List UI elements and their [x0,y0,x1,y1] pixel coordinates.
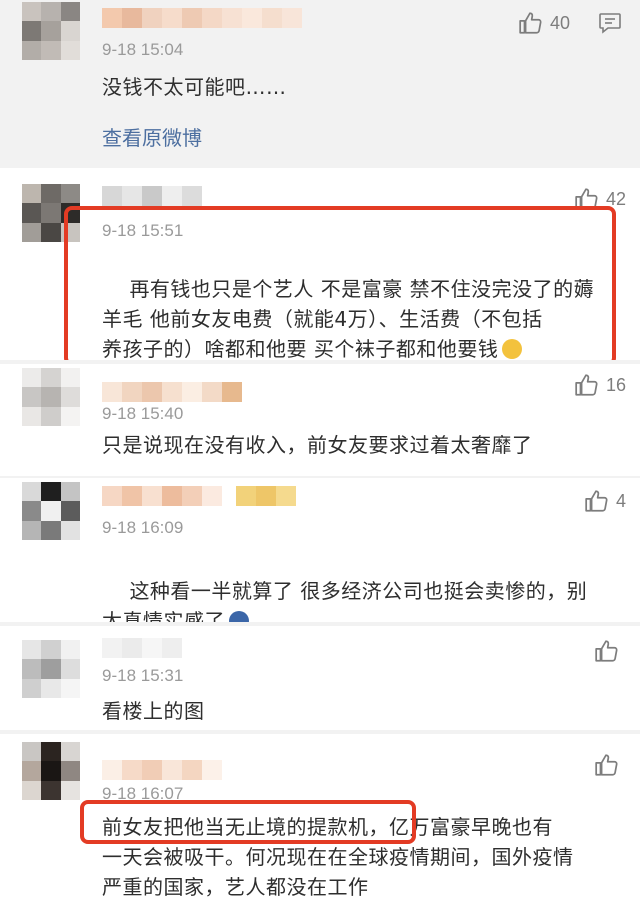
comment-5: 9-18 15:31 看楼上的图 [0,626,640,730]
comment-time: 9-18 15:31 [102,666,184,685]
comment-time: 9-18 15:04 [102,40,184,59]
like-count: 40 [549,12,570,33]
like-count: 16 [605,374,626,395]
comment-4: 9-18 16:09 这种看一半就算了 很多经济公司也挺会卖惨的，别 太真情实感… [0,478,640,633]
avatar[interactable] [22,640,80,698]
reply-icon[interactable] [598,12,622,34]
thumbs-up-icon [519,12,542,34]
username-blurred[interactable] [102,8,302,28]
comment-1: 9-18 15:04 没钱不太可能吧…… 查看原微博 40 [0,0,640,168]
like-count: 4 [615,490,626,511]
username-blurred[interactable] [102,760,222,780]
username-blurred[interactable] [102,186,202,206]
comment-time: 9-18 16:09 [102,518,184,537]
comment-text: 没钱不太可能吧…… [102,75,287,99]
like-button[interactable]: 4 [584,488,626,514]
highlight-box [80,800,416,844]
like-button[interactable] [594,638,626,664]
comment-3: 9-18 15:40 只是说现在没有收入，前女友要求过着太奢靡了 16 [0,364,640,476]
thumbs-up-icon [575,374,598,396]
thumbs-up-icon [595,640,618,662]
like-button[interactable]: 40 [518,10,570,36]
avatar[interactable] [22,368,80,426]
avatar[interactable] [22,742,80,800]
username-blurred[interactable] [102,638,182,658]
like-button[interactable]: 16 [574,372,626,398]
avatar[interactable] [22,2,80,60]
comment-text: 看楼上的图 [102,699,205,723]
thumbs-up-icon [585,490,608,512]
thumbs-up-icon [595,754,618,776]
comment-time: 9-18 15:40 [102,404,184,423]
avatar[interactable] [22,482,80,540]
comment-text: 只是说现在没有收入，前女友要求过着太奢靡了 [102,433,533,457]
view-original-link[interactable]: 查看原微博 [102,122,202,151]
username-blurred[interactable] [102,382,242,402]
highlight-box [64,206,616,366]
like-button[interactable] [594,752,626,778]
username-blurred[interactable] [102,486,296,506]
